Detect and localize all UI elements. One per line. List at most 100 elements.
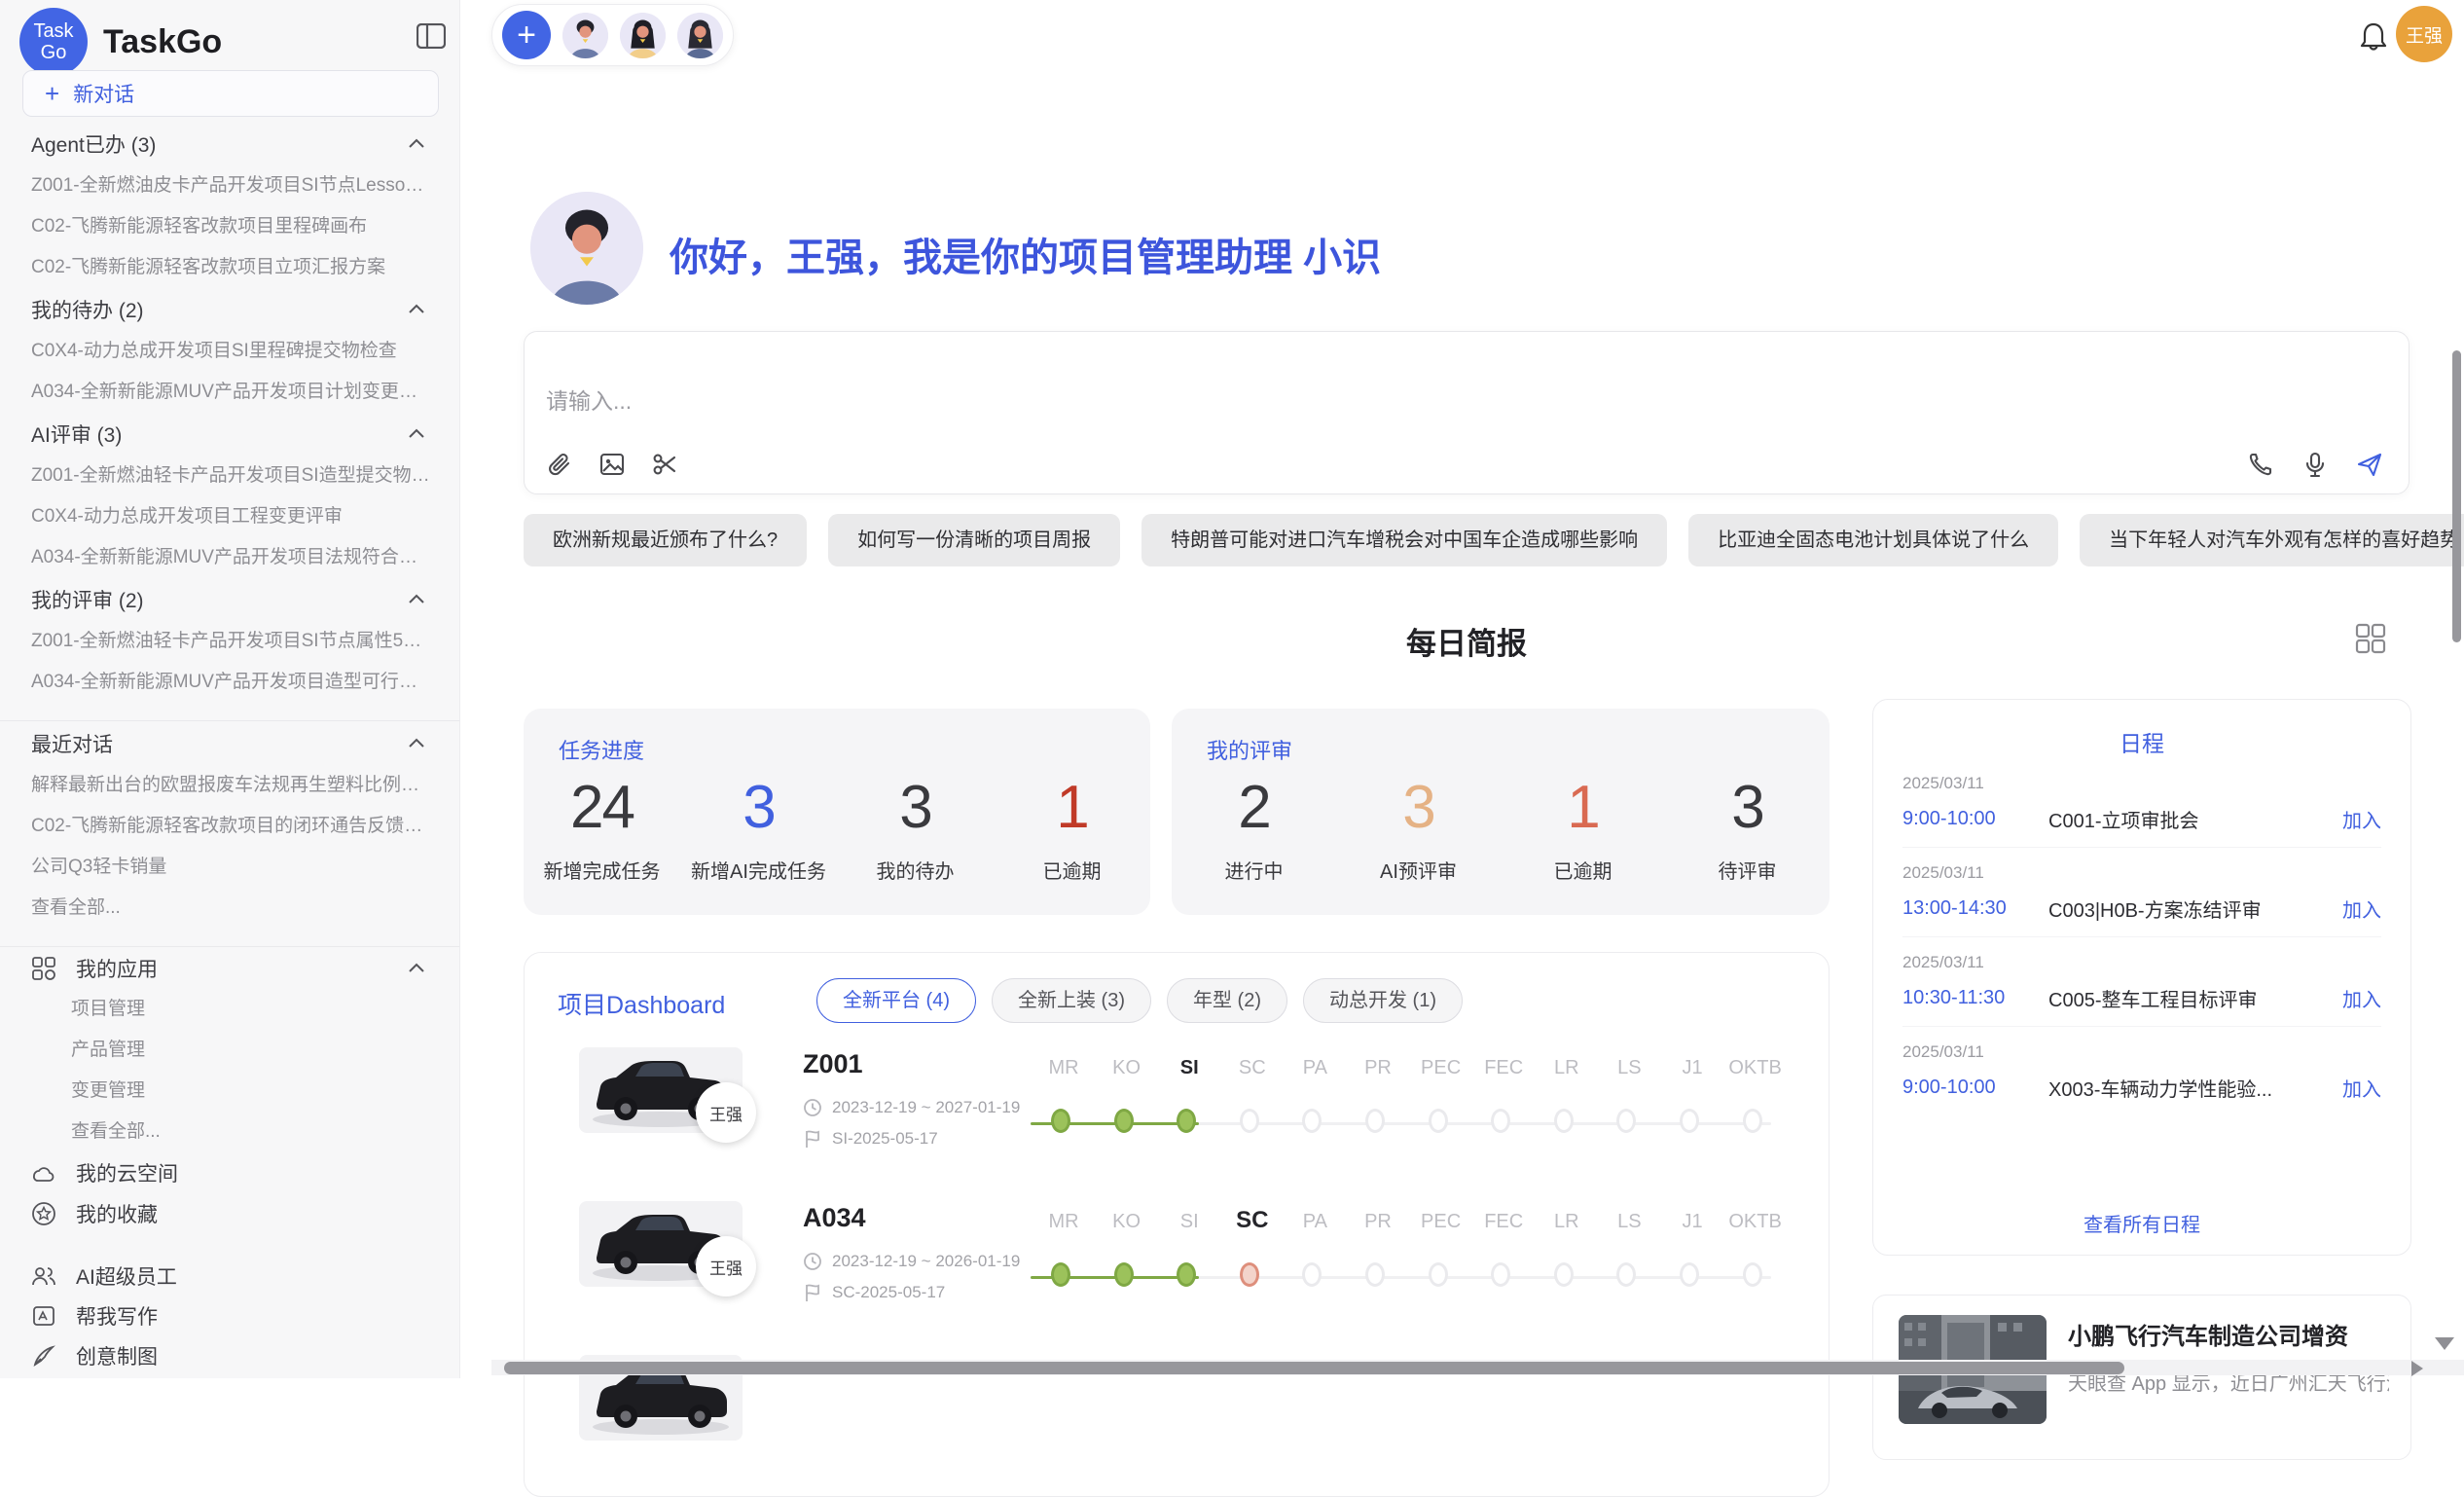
- user-avatar-name: 王强: [2406, 21, 2443, 48]
- suggestion-chip[interactable]: 特朗普可能对进口汽车增税会对中国车企造成哪些影响: [1141, 514, 1667, 566]
- schedule-time: 9:00-10:00: [1902, 808, 2048, 830]
- scroll-right-arrow[interactable]: [2411, 1361, 2423, 1376]
- chevron-up-icon[interactable]: [406, 958, 427, 979]
- metric-label: 待评审: [1665, 856, 1830, 884]
- milestone-node[interactable]: [1616, 1262, 1636, 1287]
- attachment-icon[interactable]: [546, 451, 573, 478]
- notification-bell-icon[interactable]: [2359, 21, 2388, 53]
- milestone-node[interactable]: [1491, 1109, 1510, 1133]
- join-link[interactable]: 加入: [2342, 1074, 2381, 1102]
- chat-input[interactable]: [546, 388, 1908, 415]
- chevron-up-icon[interactable]: [406, 423, 427, 445]
- recent-item[interactable]: 解释最新出台的欧盟报废车法规再生塑料比例被调至15%...: [0, 765, 460, 806]
- milestone-node[interactable]: [1680, 1262, 1699, 1287]
- milestone-node[interactable]: [1743, 1262, 1762, 1287]
- footer-label: 创意制图: [76, 1341, 158, 1370]
- chevron-up-icon[interactable]: [406, 299, 427, 320]
- scissors-icon[interactable]: [651, 451, 678, 478]
- vertical-scrollbar-thumb[interactable]: [2452, 350, 2461, 642]
- sidebar-item[interactable]: A034-全新新能源MUV产品开发项目计划变更表编写: [0, 372, 460, 413]
- suggestion-chip[interactable]: 当下年轻人对汽车外观有怎样的喜好趋势: [2080, 514, 2464, 566]
- schedule-entry-row: 10:30-11:30C005-整车工程目标评审加入: [1902, 984, 2381, 1012]
- milestone-node[interactable]: [1491, 1262, 1510, 1287]
- milestone-node[interactable]: [1114, 1109, 1134, 1133]
- sidebar-item-ai-super-staff[interactable]: AI超级员工: [0, 1256, 460, 1296]
- new-chat-button[interactable]: + 新对话: [22, 70, 439, 117]
- recent-header[interactable]: 最近对话: [0, 722, 460, 765]
- sidebar-item[interactable]: Z001-全新燃油轻卡产品开发项目SI节点属性5D文件评审: [0, 621, 460, 662]
- milestone-node[interactable]: [1616, 1109, 1636, 1133]
- schedule-event-title: C003|H0B-方案冻结评审: [2048, 895, 2342, 923]
- my-apps-header[interactable]: 我的应用: [0, 948, 460, 989]
- chevron-up-icon[interactable]: [406, 589, 427, 610]
- sidebar-section-header[interactable]: Agent已办 (3): [0, 123, 460, 165]
- milestone-node[interactable]: [1429, 1262, 1448, 1287]
- dashboard-tab[interactable]: 动总开发 (1): [1303, 978, 1463, 1023]
- suggestion-chip[interactable]: 比亚迪全固态电池计划具体说了什么: [1688, 514, 2058, 566]
- sidebar-collapse-icon[interactable]: [417, 23, 446, 49]
- recent-item[interactable]: 公司Q3轻卡销量: [0, 847, 460, 888]
- sidebar-section-header[interactable]: 我的待办 (2): [0, 288, 460, 331]
- layout-grid-icon[interactable]: [2353, 621, 2388, 656]
- agent-avatar-2[interactable]: [620, 13, 666, 58]
- milestone-node[interactable]: [1365, 1109, 1385, 1133]
- app-item[interactable]: 项目管理: [0, 989, 460, 1030]
- agent-avatar-1[interactable]: [562, 13, 608, 58]
- horizontal-scrollbar-thumb[interactable]: [504, 1362, 2124, 1374]
- milestone-node[interactable]: [1177, 1109, 1196, 1133]
- view-all-schedule-link[interactable]: 查看所有日程: [1873, 1209, 2410, 1237]
- sidebar-item[interactable]: A034-全新新能源MUV产品开发项目造型可行性评审: [0, 662, 460, 703]
- image-icon[interactable]: [598, 451, 626, 478]
- join-link[interactable]: 加入: [2342, 805, 2381, 833]
- user-avatar[interactable]: 王强: [2396, 6, 2452, 62]
- milestone-node[interactable]: [1240, 1109, 1259, 1133]
- join-link[interactable]: 加入: [2342, 984, 2381, 1012]
- milestone-node[interactable]: [1302, 1109, 1322, 1133]
- sidebar-item[interactable]: Z001-全新燃油轻卡产品开发项目SI造型提交物评审: [0, 456, 460, 496]
- chevron-up-icon[interactable]: [406, 133, 427, 155]
- milestone-node[interactable]: [1680, 1109, 1699, 1133]
- dashboard-tab[interactable]: 全新平台 (4): [816, 978, 976, 1023]
- sidebar-item[interactable]: Z001-全新燃油皮卡产品开发项目SI节点Lesson Learn报告: [0, 165, 460, 206]
- milestone-node[interactable]: [1429, 1109, 1448, 1133]
- sidebar-item[interactable]: C0X4-动力总成开发项目工程变更评审: [0, 496, 460, 537]
- sidebar-item-help-me-write[interactable]: 帮我写作: [0, 1296, 460, 1335]
- sidebar-item[interactable]: C02-飞腾新能源轻客改款项目里程碑画布: [0, 206, 460, 247]
- sidebar-item[interactable]: C02-飞腾新能源轻客改款项目立项汇报方案: [0, 247, 460, 288]
- milestone-node[interactable]: [1114, 1262, 1134, 1287]
- scroll-down-arrow[interactable]: [2435, 1337, 2454, 1350]
- milestone-node[interactable]: [1302, 1262, 1322, 1287]
- chevron-up-icon[interactable]: [406, 733, 427, 754]
- suggestion-chip[interactable]: 如何写一份清晰的项目周报: [828, 514, 1120, 566]
- phone-icon[interactable]: [2247, 451, 2274, 478]
- join-link[interactable]: 加入: [2342, 895, 2381, 923]
- sidebar-item-creative-drawing[interactable]: 创意制图: [0, 1335, 460, 1375]
- sidebar-item[interactable]: A034-全新新能源MUV产品开发项目法规符合性评审: [0, 537, 460, 578]
- recent-item[interactable]: C02-飞腾新能源轻客改款项目的闭环通告反馈情况: [0, 806, 460, 847]
- add-conversation-button[interactable]: +: [502, 11, 551, 59]
- milestone-node[interactable]: [1051, 1109, 1070, 1133]
- suggestion-chip[interactable]: 欧洲新规最近颁布了什么?: [524, 514, 807, 566]
- milestone-node[interactable]: [1554, 1262, 1574, 1287]
- dashboard-tab[interactable]: 年型 (2): [1167, 978, 1287, 1023]
- my-cloud-space[interactable]: 我的云空间: [0, 1152, 460, 1193]
- milestone-node[interactable]: [1240, 1262, 1259, 1287]
- milestone-node[interactable]: [1554, 1109, 1574, 1133]
- sidebar-section-header[interactable]: 我的评审 (2): [0, 578, 460, 621]
- agent-avatar-3[interactable]: [677, 13, 723, 58]
- apps-view-all[interactable]: 查看全部...: [0, 1112, 460, 1152]
- app-item[interactable]: 变更管理: [0, 1071, 460, 1112]
- app-item[interactable]: 产品管理: [0, 1030, 460, 1071]
- my-favorites[interactable]: 我的收藏: [0, 1193, 460, 1234]
- sidebar-section-header[interactable]: AI评审 (3): [0, 413, 460, 456]
- milestone-node[interactable]: [1743, 1109, 1762, 1133]
- milestone-node[interactable]: [1365, 1262, 1385, 1287]
- milestone-node[interactable]: [1051, 1262, 1070, 1287]
- recent-view-all[interactable]: 查看全部...: [0, 888, 460, 929]
- news-card[interactable]: 小鹏飞行汽车制造公司增资 天眼查 App 显示，近日广州汇天飞行汽...: [1872, 1295, 2411, 1460]
- sidebar-item[interactable]: C0X4-动力总成开发项目SI里程碑提交物检查: [0, 331, 460, 372]
- microphone-icon[interactable]: [2301, 451, 2329, 478]
- milestone-node[interactable]: [1177, 1262, 1196, 1287]
- dashboard-tab[interactable]: 全新上装 (3): [992, 978, 1151, 1023]
- send-icon[interactable]: [2356, 451, 2383, 478]
